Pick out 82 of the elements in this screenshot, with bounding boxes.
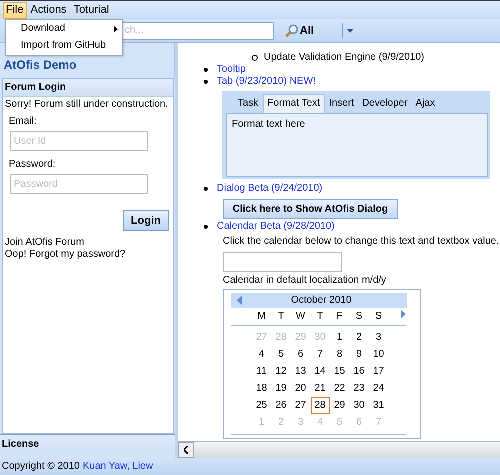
calendar-day[interactable]: 21	[310, 380, 330, 397]
link[interactable]: Dialog Beta (9/24/2010)	[217, 183, 323, 195]
menu-item[interactable]: Toturial	[70, 2, 112, 18]
weekday-label: S	[354, 311, 364, 322]
calendar-day[interactable]: 11	[252, 363, 272, 380]
calendar-day[interactable]: 15	[330, 363, 350, 380]
weekday-label: F	[336, 311, 344, 322]
calendar-day[interactable]: 14	[310, 363, 330, 380]
calendar-day[interactable]: 29	[330, 397, 350, 414]
calendar-day[interactable]: 5	[272, 346, 291, 363]
show-dialog-button[interactable]: Click here to Show AtOfis Dialog	[223, 199, 398, 219]
login-button[interactable]: Login	[123, 210, 169, 231]
tab[interactable]: Developer	[358, 95, 412, 113]
calendar-day[interactable]: 31	[369, 397, 388, 414]
link[interactable]: Join AtOfis Forum	[5, 237, 84, 248]
panel-title[interactable]: License	[0, 434, 175, 455]
link[interactable]: Oop! Forgot my password?	[5, 249, 126, 260]
calendar-day[interactable]: 13	[291, 363, 310, 380]
calendar-day[interactable]: 6	[291, 346, 310, 363]
calendar-day[interactable]: 1	[330, 329, 350, 346]
tab[interactable]: Ajax	[412, 95, 440, 113]
password-field[interactable]: Password	[10, 174, 148, 194]
calendar-day[interactable]: 16	[350, 363, 369, 380]
weekday-label: T	[316, 311, 324, 322]
author-link[interactable]: Kuan Yaw, Liew	[82, 461, 154, 472]
previous-arrow-icon[interactable]	[237, 296, 242, 305]
calendar-day[interactable]: 28	[310, 397, 330, 414]
weekday-label: M	[256, 311, 267, 322]
link[interactable]: Tab (9/23/2010) NEW!	[217, 76, 316, 88]
calendar-day[interactable]: 22	[330, 380, 350, 397]
menu-item[interactable]: File	[3, 2, 27, 18]
date-field[interactable]	[223, 252, 342, 272]
calendar-day[interactable]: 24	[369, 380, 388, 397]
bullet-icon	[252, 55, 258, 61]
tab[interactable]: Task	[234, 95, 263, 113]
calendar-day[interactable]: 23	[350, 380, 369, 397]
link[interactable]: Tooltip	[217, 64, 246, 76]
field-label: Password:	[8, 159, 57, 170]
next-arrow-icon[interactable]	[401, 310, 406, 319]
notice-text: Sorry! Forum still under construction.	[5, 99, 170, 110]
scope-button[interactable]: All	[282, 22, 338, 40]
link[interactable]: Calendar Beta (9/28/2010)	[217, 221, 335, 233]
field-label: Email:	[8, 116, 38, 127]
calendar-day[interactable]: 17	[369, 363, 388, 380]
scroll-left-button[interactable]	[178, 442, 194, 458]
calendar-day[interactable]: 30	[350, 397, 369, 414]
dropdown-caret-icon[interactable]	[347, 28, 354, 32]
calendar-day[interactable]: 26	[272, 397, 291, 414]
copyright-text: Copyright © 2010	[2, 461, 80, 472]
calendar-day[interactable]: 18	[252, 380, 272, 397]
panel-title: Forum Login	[3, 79, 173, 97]
calendar-day[interactable]: 4	[252, 346, 272, 363]
month-title: October 2010	[290, 295, 353, 306]
bullet-icon	[204, 80, 208, 84]
search-input[interactable]: ch...	[123, 22, 267, 38]
instruction-text: Click the calendar below to change this text and textbox value.	[223, 236, 500, 247]
search-icon	[285, 24, 299, 38]
calendar-day[interactable]: 10	[369, 346, 388, 363]
calendar-day[interactable]: 27	[291, 397, 310, 414]
caption-text: Calendar in default localization m/d/y	[223, 275, 386, 286]
email-field[interactable]: User Id	[10, 131, 148, 151]
tab[interactable]: Insert	[325, 95, 358, 113]
calendar-day[interactable]: 8	[330, 346, 350, 363]
bullet-icon	[204, 225, 208, 229]
list-item-text: Update Validation Engine (9/9/2010)	[264, 52, 424, 64]
calendar-day[interactable]: 20	[291, 380, 310, 397]
weekday-label: W	[295, 311, 306, 322]
tab-content-text: Format text here	[232, 119, 306, 130]
weekday-label: T	[277, 311, 286, 322]
bullet-icon	[204, 187, 208, 191]
submenu-arrow-icon	[114, 26, 118, 32]
calendar-day[interactable]: 25	[252, 397, 272, 414]
tab[interactable]: Format Text	[262, 94, 326, 113]
calendar-day[interactable]: 7	[310, 346, 330, 363]
bullet-icon	[204, 68, 208, 72]
calendar-day[interactable]: 9	[350, 346, 369, 363]
calendar-day[interactable]: 2	[350, 329, 369, 346]
calendar-day[interactable]: 3	[369, 329, 388, 346]
calendar-day[interactable]: 12	[272, 363, 291, 380]
menu-item[interactable]: Actions	[28, 2, 70, 18]
weekday-label: S	[374, 311, 384, 322]
calendar-day[interactable]: 19	[272, 380, 291, 397]
